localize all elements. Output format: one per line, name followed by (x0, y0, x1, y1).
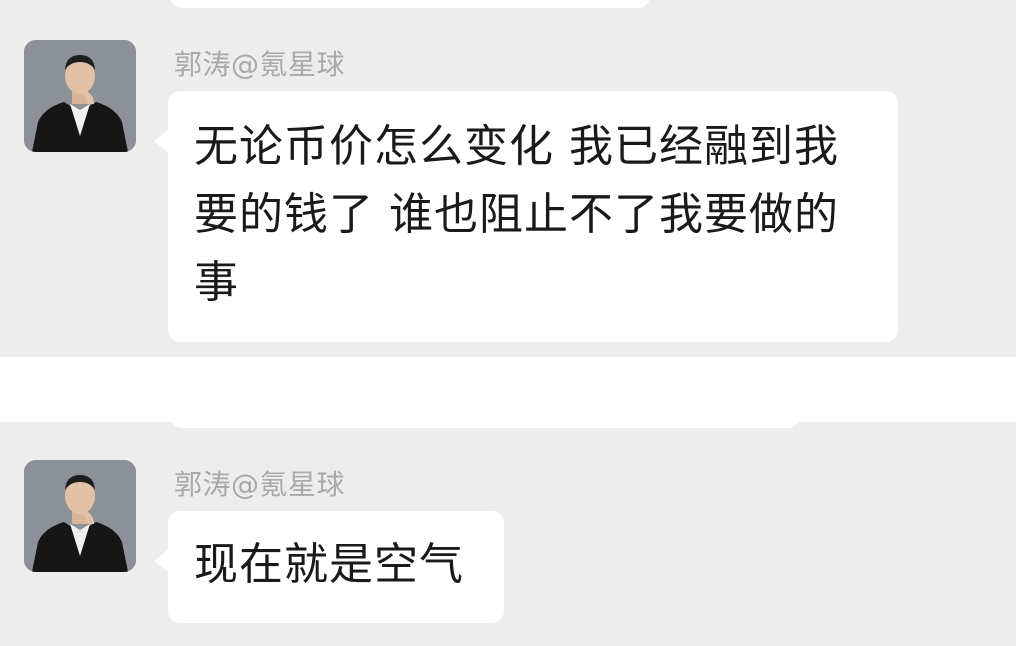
previous-message-bubble-fragment (170, 0, 650, 8)
message-text: 无论币价怎么变化 我已经融到我 要的钱了 谁也阻止不了我要做的 事 (194, 113, 884, 317)
sender-avatar[interactable] (24, 40, 136, 152)
chat-screenshot-1: 郭涛@氪星球 无论币价怎么变化 我已经融到我 要的钱了 谁也阻止不了我要做的 事 (0, 0, 1016, 357)
message-line: 事 (194, 257, 239, 308)
sender-avatar[interactable] (24, 460, 136, 572)
sender-name: 郭涛@氪星球 (174, 48, 346, 81)
message-text: 现在就是空气 (194, 539, 464, 590)
message-bubble[interactable]: 现在就是空气 (154, 511, 504, 623)
user-avatar-portrait-icon (24, 40, 136, 152)
message-bubble[interactable]: 无论币价怎么变化 我已经融到我 要的钱了 谁也阻止不了我要做的 事 (154, 91, 898, 342)
sender-name: 郭涛@氪星球 (174, 468, 346, 501)
previous-message-bubble-fragment (170, 404, 800, 428)
message-line: 无论币价怎么变化 我已经融到我 (194, 121, 839, 172)
message-line: 要的钱了 谁也阻止不了我要做的 (194, 189, 839, 240)
user-avatar-portrait-icon (24, 460, 136, 572)
chat-screenshot-2 (0, 404, 1016, 646)
